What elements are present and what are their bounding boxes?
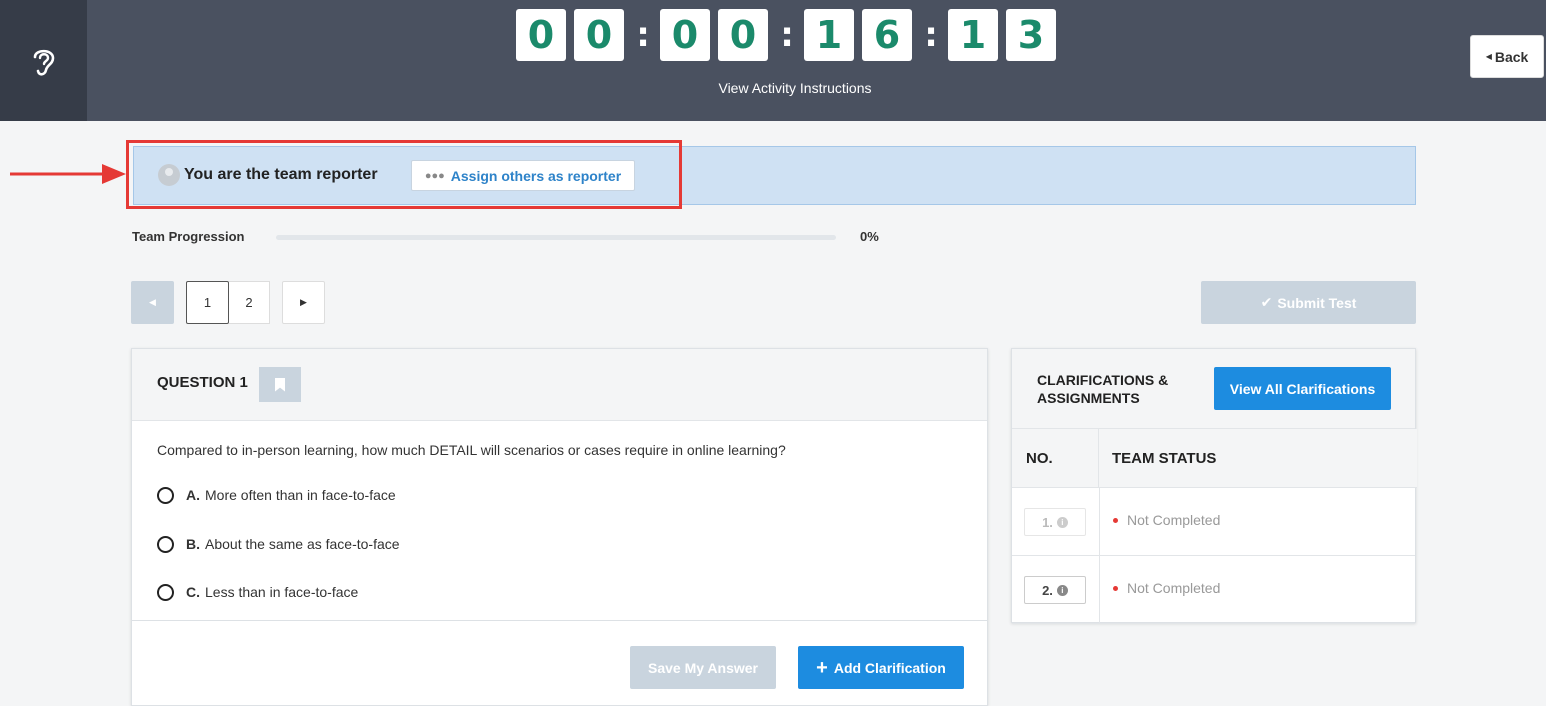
timer-digit: 0 [718,9,768,61]
question-number: 2. [1042,582,1053,598]
view-instructions-link[interactable]: View Activity Instructions [690,80,900,96]
status-dot-icon [1113,517,1118,523]
question-footer: Save My Answer + Add Clarification [132,620,987,706]
annotation-highlight-box [126,140,682,209]
timer-digit: 0 [574,9,624,61]
column-divider [1099,556,1100,623]
question-text: Compared to in-person learning, how much… [157,442,786,458]
caret-right-icon: ▶ [300,297,307,307]
option-text: Less than in face-to-face [205,584,359,600]
team-status: Not Completed [1113,580,1220,596]
radio-button[interactable] [157,583,174,601]
timer-digit: 0 [660,9,710,61]
timer-digit: 1 [804,9,854,61]
plus-icon: + [816,656,828,679]
option-text: About the same as face-to-face [205,536,400,552]
option-letter: B. [186,536,200,552]
column-header-no: NO. [1012,429,1099,488]
info-icon: i [1056,584,1068,596]
timer-separator: : [924,15,938,55]
option-text: More often than in face-to-face [205,487,396,503]
annotation-arrow-icon [10,164,126,184]
option-letter: A. [186,487,200,503]
team-status-text: Not Completed [1127,580,1221,596]
submit-test-label: Submit Test [1277,294,1357,311]
timer-digit: 0 [516,9,566,61]
clarifications-card: CLARIFICATIONS & ASSIGNMENTS View All Cl… [1011,348,1417,624]
table-row: 1. i Not Completed [1012,488,1415,556]
option-letter: C. [186,584,200,600]
timer-digit: 1 [948,9,998,61]
checkmark-icon: ✔ [1260,294,1273,310]
question-number-button[interactable]: 2. i [1024,576,1086,604]
question-title: QUESTION 1 [157,374,248,391]
clarifications-header: CLARIFICATIONS & ASSIGNMENTS View All Cl… [1012,349,1415,429]
add-clarification-label: Add Clarification [833,659,946,676]
caret-left-icon: ◀ [1485,52,1492,61]
page-2-button[interactable]: 2 [229,281,270,324]
page-1-button[interactable]: 1 [186,281,229,324]
next-page-button[interactable]: ▶ [282,281,325,324]
question-header: QUESTION 1 [132,349,987,421]
question-number: 1. [1042,514,1053,530]
status-dot-icon [1113,585,1118,591]
countdown-timer: 0 0 : 0 0 : 1 6 : 1 3 [516,9,1064,61]
info-icon: i [1056,516,1068,528]
ear-icon [33,49,54,76]
team-status-text: Not Completed [1127,512,1221,528]
view-all-clarifications-button[interactable]: View All Clarifications [1214,367,1391,410]
app-logo[interactable] [0,0,87,121]
question-card: QUESTION 1 Compared to in-person learnin… [131,348,988,706]
column-divider [1099,488,1100,555]
timer-separator: : [636,15,650,55]
option-a[interactable]: A. More often than in face-to-face [157,485,396,505]
timer-digit: 3 [1006,9,1056,61]
prev-page-button[interactable]: ◀ [131,281,174,324]
back-button[interactable]: ◀ Back [1470,35,1544,78]
caret-left-icon: ◀ [149,297,156,307]
add-clarification-button[interactable]: + Add Clarification [798,646,964,689]
radio-button[interactable] [157,486,174,504]
option-c[interactable]: C. Less than in face-to-face [157,582,358,602]
team-progression-label: Team Progression [132,229,245,244]
top-header: 0 0 : 0 0 : 1 6 : 1 3 View Activity Inst… [0,0,1546,121]
save-answer-button[interactable]: Save My Answer [630,646,776,689]
timer-digit: 6 [862,9,912,61]
column-header-team-status: TEAM STATUS [1099,429,1417,488]
timer-separator: : [780,15,794,55]
option-b[interactable]: B. About the same as face-to-face [157,534,400,554]
bookmark-icon [275,377,285,392]
bookmark-button[interactable] [259,367,301,402]
back-button-label: Back [1494,48,1529,65]
radio-button[interactable] [157,535,174,553]
submit-test-button[interactable]: ✔ Submit Test [1201,281,1416,324]
team-progress-value: 0% [860,229,879,244]
clarifications-title: CLARIFICATIONS & ASSIGNMENTS [1037,372,1169,406]
team-progress-bar [276,235,836,240]
table-row: 2. i Not Completed [1012,556,1415,624]
question-number-button[interactable]: 1. i [1024,508,1086,536]
team-status: Not Completed [1113,512,1220,528]
